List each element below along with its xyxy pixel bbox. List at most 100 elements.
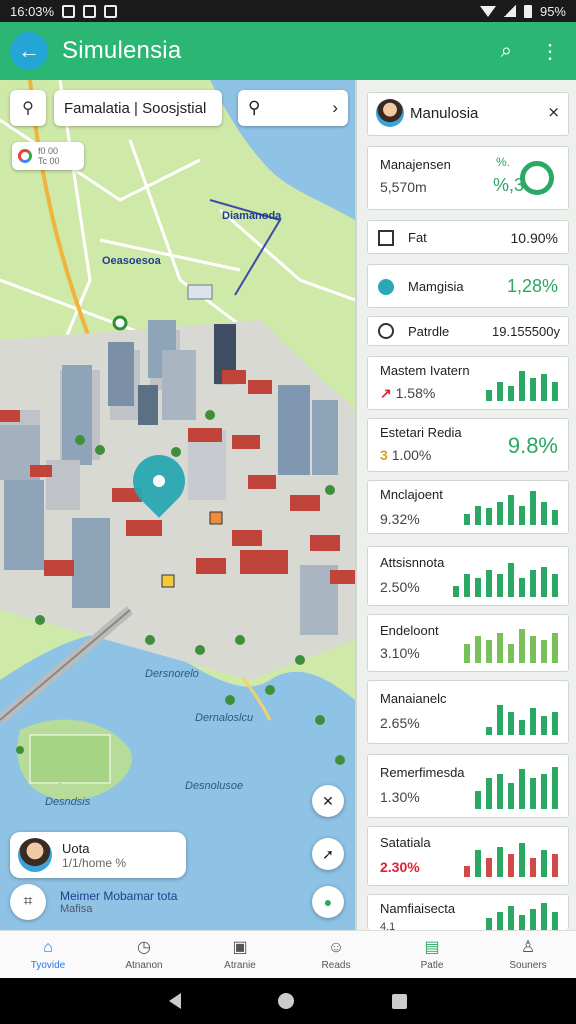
sparkline-bar [519,371,525,401]
sparkline-bar [530,909,536,930]
stat-card[interactable]: Mamgisia 1,28% [367,264,569,308]
card-icon: ▤ [424,938,440,956]
sparkline-bar [453,586,459,597]
nav-item-history[interactable]: ◷ Atnanon [96,931,192,978]
bottom-navigation: ⌂ Tyovide ◷ Atnanon ▣ Atranie ☺ Reads ▤ … [0,930,576,978]
stat-card[interactable]: Satatiala 2.30% [367,826,569,886]
sparkline-bar [486,918,492,930]
sparkline-bar [552,854,558,877]
sparkline-bar [508,854,514,877]
sparkline-bar [552,712,558,735]
sparkline-bar [475,636,481,663]
nav-item-home[interactable]: ⌂ Tyovide [0,931,96,978]
more-vert-icon[interactable]: ⋮ [540,39,560,64]
stat-label: Mamgisia [408,279,464,294]
map-label-water: Dernaloslcu [195,712,254,724]
notification-icon [62,4,76,18]
chevron-right-icon: › [332,98,338,117]
close-icon[interactable]: ⨯ [547,103,560,121]
sparkline-bar [530,570,536,597]
layers-button[interactable]: ● [312,886,344,918]
sparkline-bar [530,491,536,525]
bar-sparkline [464,625,558,663]
stat-card[interactable]: Manajensen 5,570m %. %,3 [367,146,569,210]
search-icon: ⚲ [22,100,34,117]
stat-card[interactable]: Patrdle 19.155500y [367,316,569,346]
search-input[interactable]: Famalatia | Soosjstial [54,90,222,126]
stat-card[interactable]: Namfiaisecta 4.1 [367,894,569,933]
stat-card[interactable]: Fat 10.90% [367,220,569,254]
nav-item-patle[interactable]: ▤ Patle [384,931,480,978]
nav-item-trips[interactable]: ▣ Atranie [192,931,288,978]
search-location-icon[interactable]: ⌕ [501,40,512,63]
stat-card[interactable]: Remerfimesda 1.30% [367,754,569,818]
cat-icon: ☺ [327,938,345,956]
sparkline-bar [519,720,525,735]
sparkline-bar [486,727,492,735]
sparkline-bar [464,574,470,597]
panel-title: Manulosia [410,105,479,122]
compass-button[interactable]: ✕ [312,785,344,817]
stat-card[interactable]: Endeloont 3.10% [367,614,569,672]
user-badge-icon: ⌗ [10,884,46,920]
map-label-water: Desnolusoe [185,780,244,792]
nav-label: Tyovide [30,959,66,971]
sparkline-bar [541,774,547,809]
stat-label: Fat [408,230,427,245]
nav-item-profile[interactable]: ♙ Souners [480,931,576,978]
app-bar: ← Simulensia ⌕ ⋮ [0,22,576,80]
stat-label: Mnclajoent [380,487,443,502]
avatar [376,99,404,127]
sparkline-bar [541,903,547,930]
driver-card[interactable]: Uota 1/1/home % [10,832,186,878]
sparkline-bar [541,502,547,525]
back-triangle-icon[interactable] [168,993,181,1009]
sparkline-bar [530,778,536,809]
stat-label: Satatiala [380,835,431,850]
sparkline-bar [497,774,503,809]
user-row[interactable]: ⌗ Meimer Mobamar tota Mafisa [10,884,177,920]
sparkline-bar [508,386,514,401]
city-map[interactable]: Diamanoda Oeasoesoa Dersnorelo Dernalosl… [0,80,355,930]
stat-card[interactable]: Manaianelc 2.65% [367,680,569,744]
stat-card[interactable]: Mnclajoent 9.32% [367,480,569,534]
sparkline-bar [552,767,558,809]
recents-square-icon[interactable] [392,993,408,1009]
sparkline-bar [486,390,492,401]
stat-label: Manajensen [380,157,451,172]
sparkline-bar [519,506,525,525]
diamond-icon [378,279,394,295]
layer-chip[interactable]: f0 00 Tc 00 [12,142,84,170]
route-search[interactable]: ⚲ › [238,90,348,126]
sparkline-bar [508,644,514,663]
mail-icon [83,4,97,18]
search-button[interactable]: ⚲ [10,90,46,126]
stat-card[interactable]: Attsisnnota 2.50% [367,546,569,606]
panel-header[interactable]: Manulosia ⨯ [367,92,569,136]
sparkline-bar [486,778,492,809]
map-label-water: Dersnorelo [145,668,199,680]
driver-name: Uota [62,840,90,856]
back-button[interactable]: ← [10,32,48,70]
sparkline-bar [464,514,470,525]
sparkline-bar [552,382,558,401]
sparkline-bar [475,578,481,597]
stat-card[interactable]: Mastem Ivatern ↗ 1.58% [367,356,569,410]
stat-value: 3.10% [380,645,420,661]
layers-icon: ● [323,894,333,910]
battery-level: 95% [539,3,566,19]
trend-up-icon: ↗ [380,385,396,401]
map-search-bar: ⚲ Famalatia | Soosjstial ⚲ › [10,90,348,126]
sparkline-bar [497,574,503,597]
driver-status: 1/1/home % [62,855,127,870]
nav-item-reads[interactable]: ☺ Reads [288,931,384,978]
stat-value: 2.30% [380,859,420,875]
sparkline-bar [519,629,525,663]
stat-card[interactable]: Estetari Redia 3 1.00% 9.8% [367,418,569,472]
home-circle-icon[interactable] [278,993,295,1009]
bar-sparkline [486,900,558,930]
navigate-button[interactable]: ➚ [312,838,344,870]
system-navigation [0,978,576,1024]
map-label-park: Desndsis [45,796,91,808]
sparkline-bar [530,858,536,877]
